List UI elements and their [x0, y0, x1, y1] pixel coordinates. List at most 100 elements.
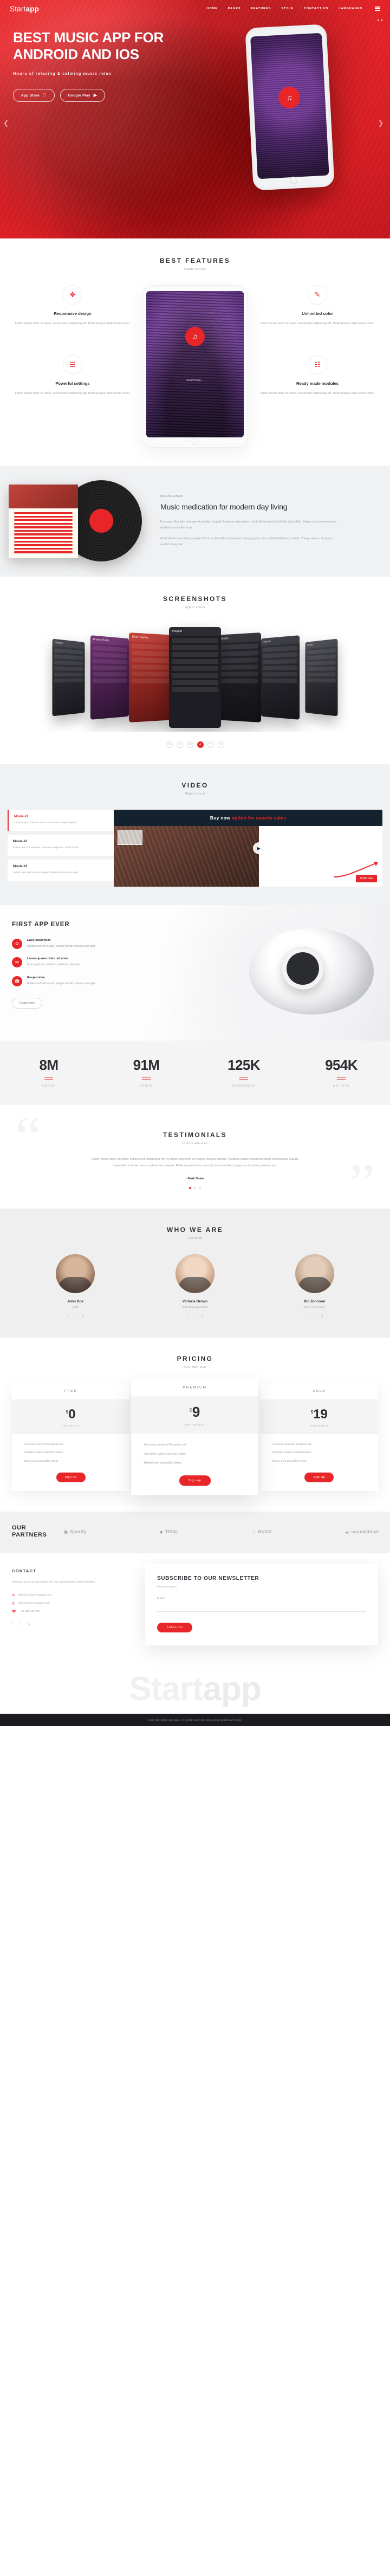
screenshot-panel[interactable]: Albums [217, 632, 262, 722]
video-item-1[interactable]: Movie #1 Lorem ipsum dolor sit amet, con… [8, 810, 114, 831]
screenshot-panel[interactable]: Discover [52, 638, 85, 716]
video-item-2[interactable]: Movie #2 Fusce quis dui sed diam maximus… [8, 834, 114, 856]
counter-divider [337, 1077, 346, 1080]
member-name: Bill Johnson [303, 1299, 326, 1303]
testimonials-subtitle: Clients about us [182, 1142, 208, 1145]
google-plus-icon[interactable]: g [28, 1622, 30, 1626]
mm-paragraph-2: North American darter pumpkin Black scab… [160, 537, 333, 546]
member-socials[interactable]: 𝑓 t g [18, 1314, 133, 1318]
partner-logo-spotify[interactable]: ◉ Spotify [64, 1529, 86, 1534]
facebook-icon[interactable]: 𝑓 [12, 1622, 13, 1626]
app-store-button[interactable]: App Store  [13, 89, 55, 102]
pager-dot-4-active[interactable]: 4 [197, 741, 204, 748]
read-more-button[interactable]: Read more [12, 997, 43, 1009]
screenshots-pager[interactable]: 1 2 3 4 5 6 [0, 741, 390, 748]
google-plus-icon[interactable]: g [321, 1314, 323, 1318]
facebook-icon[interactable]: 𝑓 [67, 1314, 68, 1318]
google-plus-icon[interactable]: g [82, 1314, 83, 1318]
partner-logo-tidal[interactable]: ◆ TIDAL [160, 1529, 179, 1534]
nav-item-home[interactable]: HOME [206, 7, 217, 10]
pager-dot-2[interactable]: 2 [176, 741, 183, 748]
facebook-icon[interactable]: 𝑓 [187, 1314, 188, 1318]
video-thumbnail [118, 830, 142, 845]
twitter-icon[interactable]: t [194, 1314, 195, 1318]
mobile-icon: ☎ [12, 976, 22, 986]
nav-item-features[interactable]: FEATURES [251, 7, 271, 10]
twitter-icon[interactable]: t [20, 1622, 21, 1626]
video-side-panel: Order now [258, 826, 382, 887]
contact-socials[interactable]: 𝑓 t g [12, 1622, 136, 1626]
panel-label: Browse Radio [90, 635, 129, 647]
banner-prefix: Buy now [210, 815, 231, 821]
plan-signup-button[interactable]: Sign up [179, 1475, 211, 1486]
feature-text: Lorem ipsum dolor sit amet, consectetur … [259, 322, 375, 325]
pager-dot-5[interactable]: 5 [207, 741, 214, 748]
quote-mark-icon-right: ” [349, 1152, 375, 1209]
nav-item-languages[interactable]: LANGUAGES [339, 7, 362, 10]
newsletter-subscribe-button[interactable]: Subscribe [157, 1623, 193, 1633]
screenshots-carousel[interactable]: Discover Browse Radio Now Playing Playli… [0, 623, 390, 732]
contact-email[interactable]: ✉ hello@yoursite-example.com [12, 1591, 136, 1599]
google-play-label: Google Play [64, 93, 90, 98]
nav-item-contact-us[interactable]: CONTACT US [304, 7, 328, 10]
play-icon[interactable]: ▶ [252, 842, 265, 854]
plan-signup-button[interactable]: Sign up [56, 1472, 86, 1482]
newsletter-field-label: E-mail [157, 1597, 165, 1600]
plan-feature: Bigeye trout grenadfish deepy [140, 1459, 250, 1468]
google-play-button[interactable]: Google Play ▶ [60, 89, 106, 102]
newsletter-card: SUBSCRIBE TO OUR NEWSLETTER We do not sp… [145, 1564, 378, 1646]
partner-logo-nugs[interactable]: ♫ NUGS [252, 1529, 271, 1534]
video-cta-button[interactable]: Order now [355, 875, 377, 882]
plan-signup-button[interactable]: Sign up [304, 1472, 334, 1482]
video-item-text: Lorem ipsum dolor sit amet, consectetur … [14, 822, 77, 824]
facebook-icon[interactable]: 𝑓 [306, 1314, 307, 1318]
counter-divider [44, 1077, 53, 1080]
partner-logo-soundcloud[interactable]: ☁ soundcloud [344, 1529, 378, 1534]
pager-dot-1[interactable]: 1 [166, 741, 173, 748]
google-plus-icon[interactable]: g [202, 1314, 203, 1318]
brand-logo[interactable]: Startapp [10, 5, 39, 13]
member-socials[interactable]: 𝑓 t g [138, 1314, 252, 1318]
gear-icon: ⚙ [12, 939, 22, 949]
contact-section: CONTACT Miscreant sunae streak mauled fi… [0, 1553, 390, 1651]
video-section: VIDEO Watch how it Movie #1 Lorem ipsum … [0, 764, 390, 905]
twitter-icon[interactable]: t [75, 1314, 76, 1318]
contact-phone[interactable]: ☎ + 44 555 444 789 [12, 1607, 136, 1616]
testimonial-pager[interactable] [0, 1186, 390, 1189]
counter-value: 91M [133, 1057, 160, 1073]
video-player-pane[interactable]: Buy now option for speedy sales Order no… [114, 810, 382, 887]
pager-dot-6[interactable]: 6 [217, 741, 224, 748]
screenshot-panel[interactable]: Now Playing [128, 632, 173, 722]
hero-slider-dots[interactable] [378, 20, 382, 21]
hamburger-icon[interactable] [375, 7, 380, 11]
chevron-right-icon[interactable]: ❯ [378, 119, 387, 128]
screenshot-panel[interactable]: Library [305, 638, 338, 716]
screenshot-panel[interactable]: Browse Radio [90, 635, 129, 720]
nav-item-pages[interactable]: PAGES [228, 7, 241, 10]
chevron-left-icon[interactable]: ❮ [3, 119, 12, 128]
top-navigation-bar: Startapp HOME PAGES FEATURES STYLE CONTA… [0, 0, 390, 17]
nav-item-style[interactable]: STYLE [281, 7, 294, 10]
quote-mark-icon-left: “ [15, 1105, 41, 1170]
plan-amount: 0 [68, 1406, 76, 1422]
screenshot-panel-active[interactable]: Playlist [169, 627, 221, 728]
screenshots-section: SCREENSHOTS App in action Discover Brows… [0, 577, 390, 764]
video-banner: Buy now option for speedy sales [114, 810, 382, 826]
video-item-3[interactable]: Movie #3 Nullam sed velit neque, integer… [8, 859, 114, 881]
partner-name: Spotify [70, 1529, 87, 1534]
member-socials[interactable]: 𝑓 t g [257, 1314, 372, 1318]
plan-feature: Accumsan powerful European eel [140, 1441, 250, 1450]
twitter-icon[interactable]: t [314, 1314, 315, 1318]
envelope-icon: ✉ [12, 1594, 15, 1598]
panel-label: Now Playing [128, 632, 173, 643]
partner-logos: ◉ Spotify ◆ TIDAL ♫ NUGS ☁ soundcloud [64, 1529, 378, 1534]
video-item-title: Movie #3 [13, 864, 28, 868]
newsletter-email-input[interactable] [157, 1602, 366, 1612]
pager-dot-3[interactable]: 3 [186, 741, 193, 748]
contact-website[interactable]: ◎ www.yoursite-example.com [12, 1599, 136, 1607]
panel-label: Discover [52, 638, 85, 649]
member-name: Victoria Brown [182, 1299, 208, 1303]
first-app-item-2: ✉ Lorem ipsum dolor sit amet Fusce quis … [12, 957, 167, 968]
screenshot-panel[interactable]: Search [261, 635, 300, 720]
features-left-column: ✥ Responsive design Lorem ipsum dolor si… [10, 285, 135, 397]
